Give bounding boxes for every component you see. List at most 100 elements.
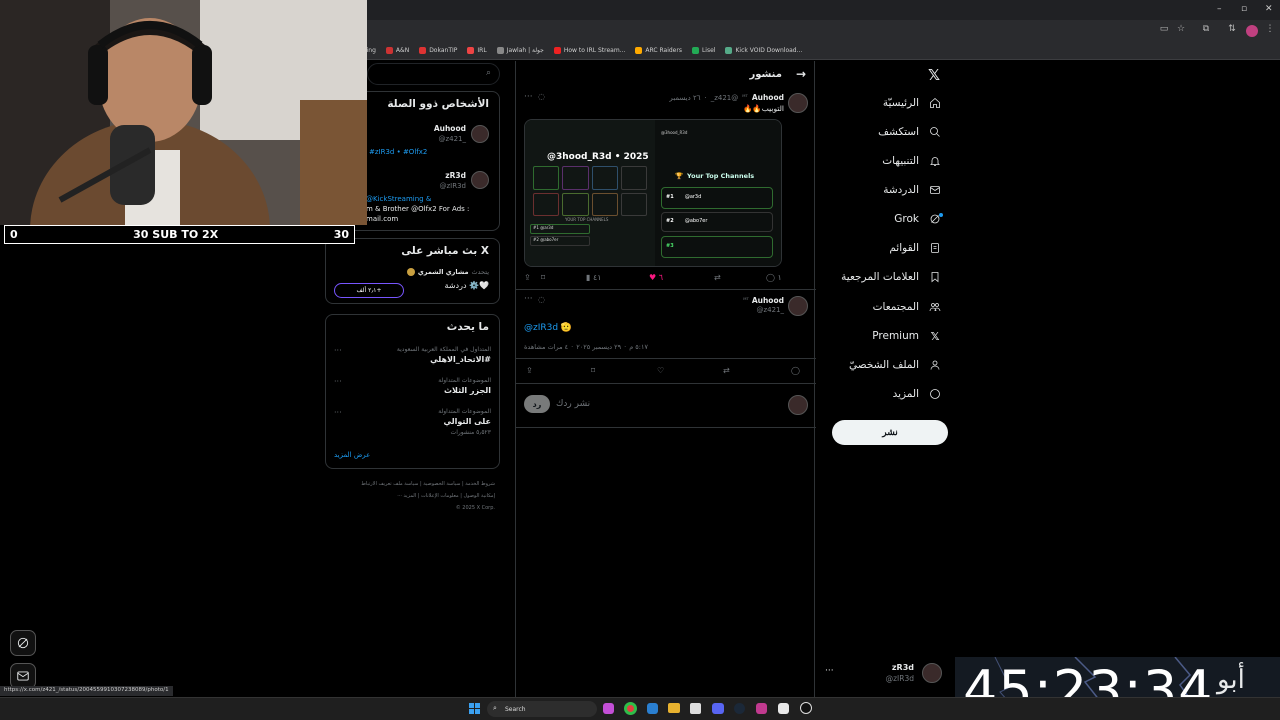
app-icon[interactable] <box>778 703 789 714</box>
account-switcher[interactable]: ··· zR3d @zIR3d <box>820 660 948 688</box>
bookmark-item[interactable]: ARC Raiders <box>635 47 682 54</box>
folder-icon[interactable] <box>668 703 680 713</box>
account-more-icon[interactable]: ··· <box>825 666 834 676</box>
nav-item-more[interactable]: المزيد <box>893 387 942 401</box>
bookmark-item[interactable]: Lisel <box>691 47 715 54</box>
nav-item-communities[interactable]: المجتمعات <box>873 300 942 314</box>
show-more-link[interactable]: عرض المزيد <box>334 451 370 459</box>
bookmark-icon[interactable]: ⌑ <box>541 273 545 282</box>
tweet-image[interactable]: @3hood_R3d • 2025 YOUR TOP CHANNELS #1 @… <box>524 119 782 267</box>
bookmark-item[interactable]: Jawlah | جولة <box>496 47 544 54</box>
steam-icon[interactable] <box>734 703 745 714</box>
nav-item-bookmarks[interactable]: العلامات المرجعية <box>841 270 942 284</box>
unreal-icon[interactable] <box>800 702 812 714</box>
avatar[interactable] <box>471 125 489 143</box>
person-name[interactable]: zR3d <box>445 171 466 180</box>
person-name[interactable]: Auhood <box>434 124 466 133</box>
grok-icon[interactable]: ◌ <box>538 92 545 101</box>
footer-line[interactable]: شروط الخدمة | سياسة الخصوصية | سياسة ملف… <box>345 478 495 490</box>
avatar[interactable] <box>788 93 808 113</box>
tweet-full-date[interactable]: ٢٩ ديسمبر ٢٠٢٥ <box>576 343 621 351</box>
tweet-date[interactable]: ٢٦ ديسمبر <box>669 94 700 102</box>
nav-label: المجتمعات <box>872 301 919 313</box>
tweet-author-name[interactable]: Auhood <box>752 296 784 305</box>
person-handle[interactable]: @z421_ <box>438 135 466 143</box>
bookmark-item[interactable]: A&N <box>385 47 409 54</box>
share-icon[interactable]: ⇪ <box>524 273 531 282</box>
star-icon[interactable]: ☆ <box>1175 24 1187 36</box>
search-input[interactable]: ⌕ <box>367 63 500 85</box>
trend-more-icon[interactable]: ··· <box>334 408 342 417</box>
back-arrow-icon[interactable]: → <box>796 67 806 81</box>
tweet-author-name[interactable]: Auhood <box>752 93 784 102</box>
like-icon[interactable]: ♥ ٦ <box>649 273 663 282</box>
trend-item[interactable]: الموضوعات المتداولة الجزر الثلاث ··· <box>334 374 491 400</box>
trend-more-icon[interactable]: ··· <box>334 377 342 386</box>
app-icon[interactable] <box>603 703 614 714</box>
tweet-author-handle[interactable]: @z421_ <box>711 94 739 102</box>
trend-name: #الاتحاد_الاهلي <box>430 355 491 364</box>
cast-icon[interactable]: ▭ <box>1158 24 1170 36</box>
trend-more-icon[interactable]: ··· <box>334 346 342 355</box>
start-icon[interactable] <box>469 703 480 714</box>
app-icon[interactable] <box>756 703 767 714</box>
bookmark-item[interactable]: How to IRL Stream... <box>553 47 625 54</box>
discord-icon[interactable] <box>712 703 724 714</box>
close-icon[interactable]: ✕ <box>1265 4 1273 14</box>
bookmark-item[interactable]: DokanTIP <box>419 47 457 54</box>
nav-item-profile[interactable]: الملف الشخصيّ <box>849 358 942 372</box>
reply-input[interactable]: نشر ردك <box>556 399 590 409</box>
tweet-more-icon[interactable]: ··· <box>524 92 533 102</box>
account-name: zR3d <box>891 663 914 672</box>
maximize-icon[interactable]: ▫ <box>1241 4 1247 14</box>
calendar-icon[interactable] <box>690 703 701 714</box>
settings-icon[interactable]: ⇅ <box>1226 24 1238 36</box>
share-icon[interactable]: ⇪ <box>526 366 533 375</box>
sub-goal-target: 30 <box>333 228 349 241</box>
account-avatar <box>922 663 942 683</box>
bookmark-icon[interactable]: ⌑ <box>591 366 595 375</box>
trend-item[interactable]: الموضوعات المتداولة على التوالي ٥٫٥٢٣ من… <box>334 405 491 439</box>
extensions-icon[interactable]: ⧉ <box>1200 24 1212 36</box>
grok-button[interactable] <box>10 630 36 656</box>
like-icon[interactable]: ♡ <box>657 366 664 375</box>
reply-icon[interactable]: ◯ <box>791 366 800 375</box>
footer-line[interactable]: إمكانية الوصول | معلومات الإعلانات | الم… <box>345 490 495 502</box>
chrome-icon[interactable] <box>624 702 637 715</box>
menu-icon[interactable]: ⋮ <box>1264 24 1276 36</box>
minimize-icon[interactable]: – <box>1217 4 1222 14</box>
nav-item-explore[interactable]: استكشف <box>878 125 942 139</box>
trend-item[interactable]: المتداول في المملكة العربية السعودية #ال… <box>334 343 491 369</box>
app-icon[interactable] <box>647 703 658 714</box>
nav-item-chat[interactable]: الدردشة <box>883 183 942 197</box>
nav-item-notifications[interactable]: التنبيهات <box>882 154 942 168</box>
person-handle[interactable]: @zIR3d <box>440 182 467 190</box>
divider <box>516 427 816 428</box>
listener-count[interactable]: +٢٫١ ألف <box>334 283 404 298</box>
person-bio: #zIR3d • #Olfx2 <box>369 148 428 156</box>
views-icon[interactable]: ▮ ٤١ <box>586 273 602 282</box>
bookmark-item[interactable]: Kick VOID Download... <box>725 47 802 54</box>
tweet-time[interactable]: ٥:١٧ م <box>629 343 648 351</box>
nav-item-premium[interactable]: 𝕏 Premium <box>872 329 942 343</box>
retweet-icon[interactable]: ⇄ <box>714 273 721 282</box>
nav-item-lists[interactable]: القوائم <box>889 241 942 255</box>
nav-item-grok[interactable]: Grok <box>894 212 943 226</box>
mini-channel-row: #2 @abo7er <box>530 236 590 246</box>
reply-button[interactable]: رد <box>524 395 550 413</box>
nav-item-home[interactable]: الرئيسيّة <box>883 96 942 110</box>
reply-icon[interactable]: ◯ ١ <box>766 273 782 282</box>
retweet-icon[interactable]: ⇄ <box>723 366 730 375</box>
live-space-card[interactable]: X بث مباشر على يتحدث مشاري الشمري 🤍⚙️ در… <box>325 238 500 304</box>
profile-avatar[interactable] <box>1246 25 1258 37</box>
avatar[interactable] <box>471 171 489 189</box>
bookmark-item[interactable]: IRL <box>467 47 487 54</box>
streamer-logo: أبو <box>1217 665 1245 695</box>
tweet-more-icon[interactable]: ··· <box>524 294 533 304</box>
live-host: مشاري الشمري <box>417 268 469 276</box>
post-button[interactable]: نشر <box>832 420 948 445</box>
tweet-author-handle[interactable]: @z421_ <box>756 306 784 314</box>
grok-icon[interactable]: ◌ <box>538 295 545 304</box>
taskbar-search[interactable]: ⌕ Search <box>487 701 597 717</box>
avatar[interactable] <box>788 296 808 316</box>
